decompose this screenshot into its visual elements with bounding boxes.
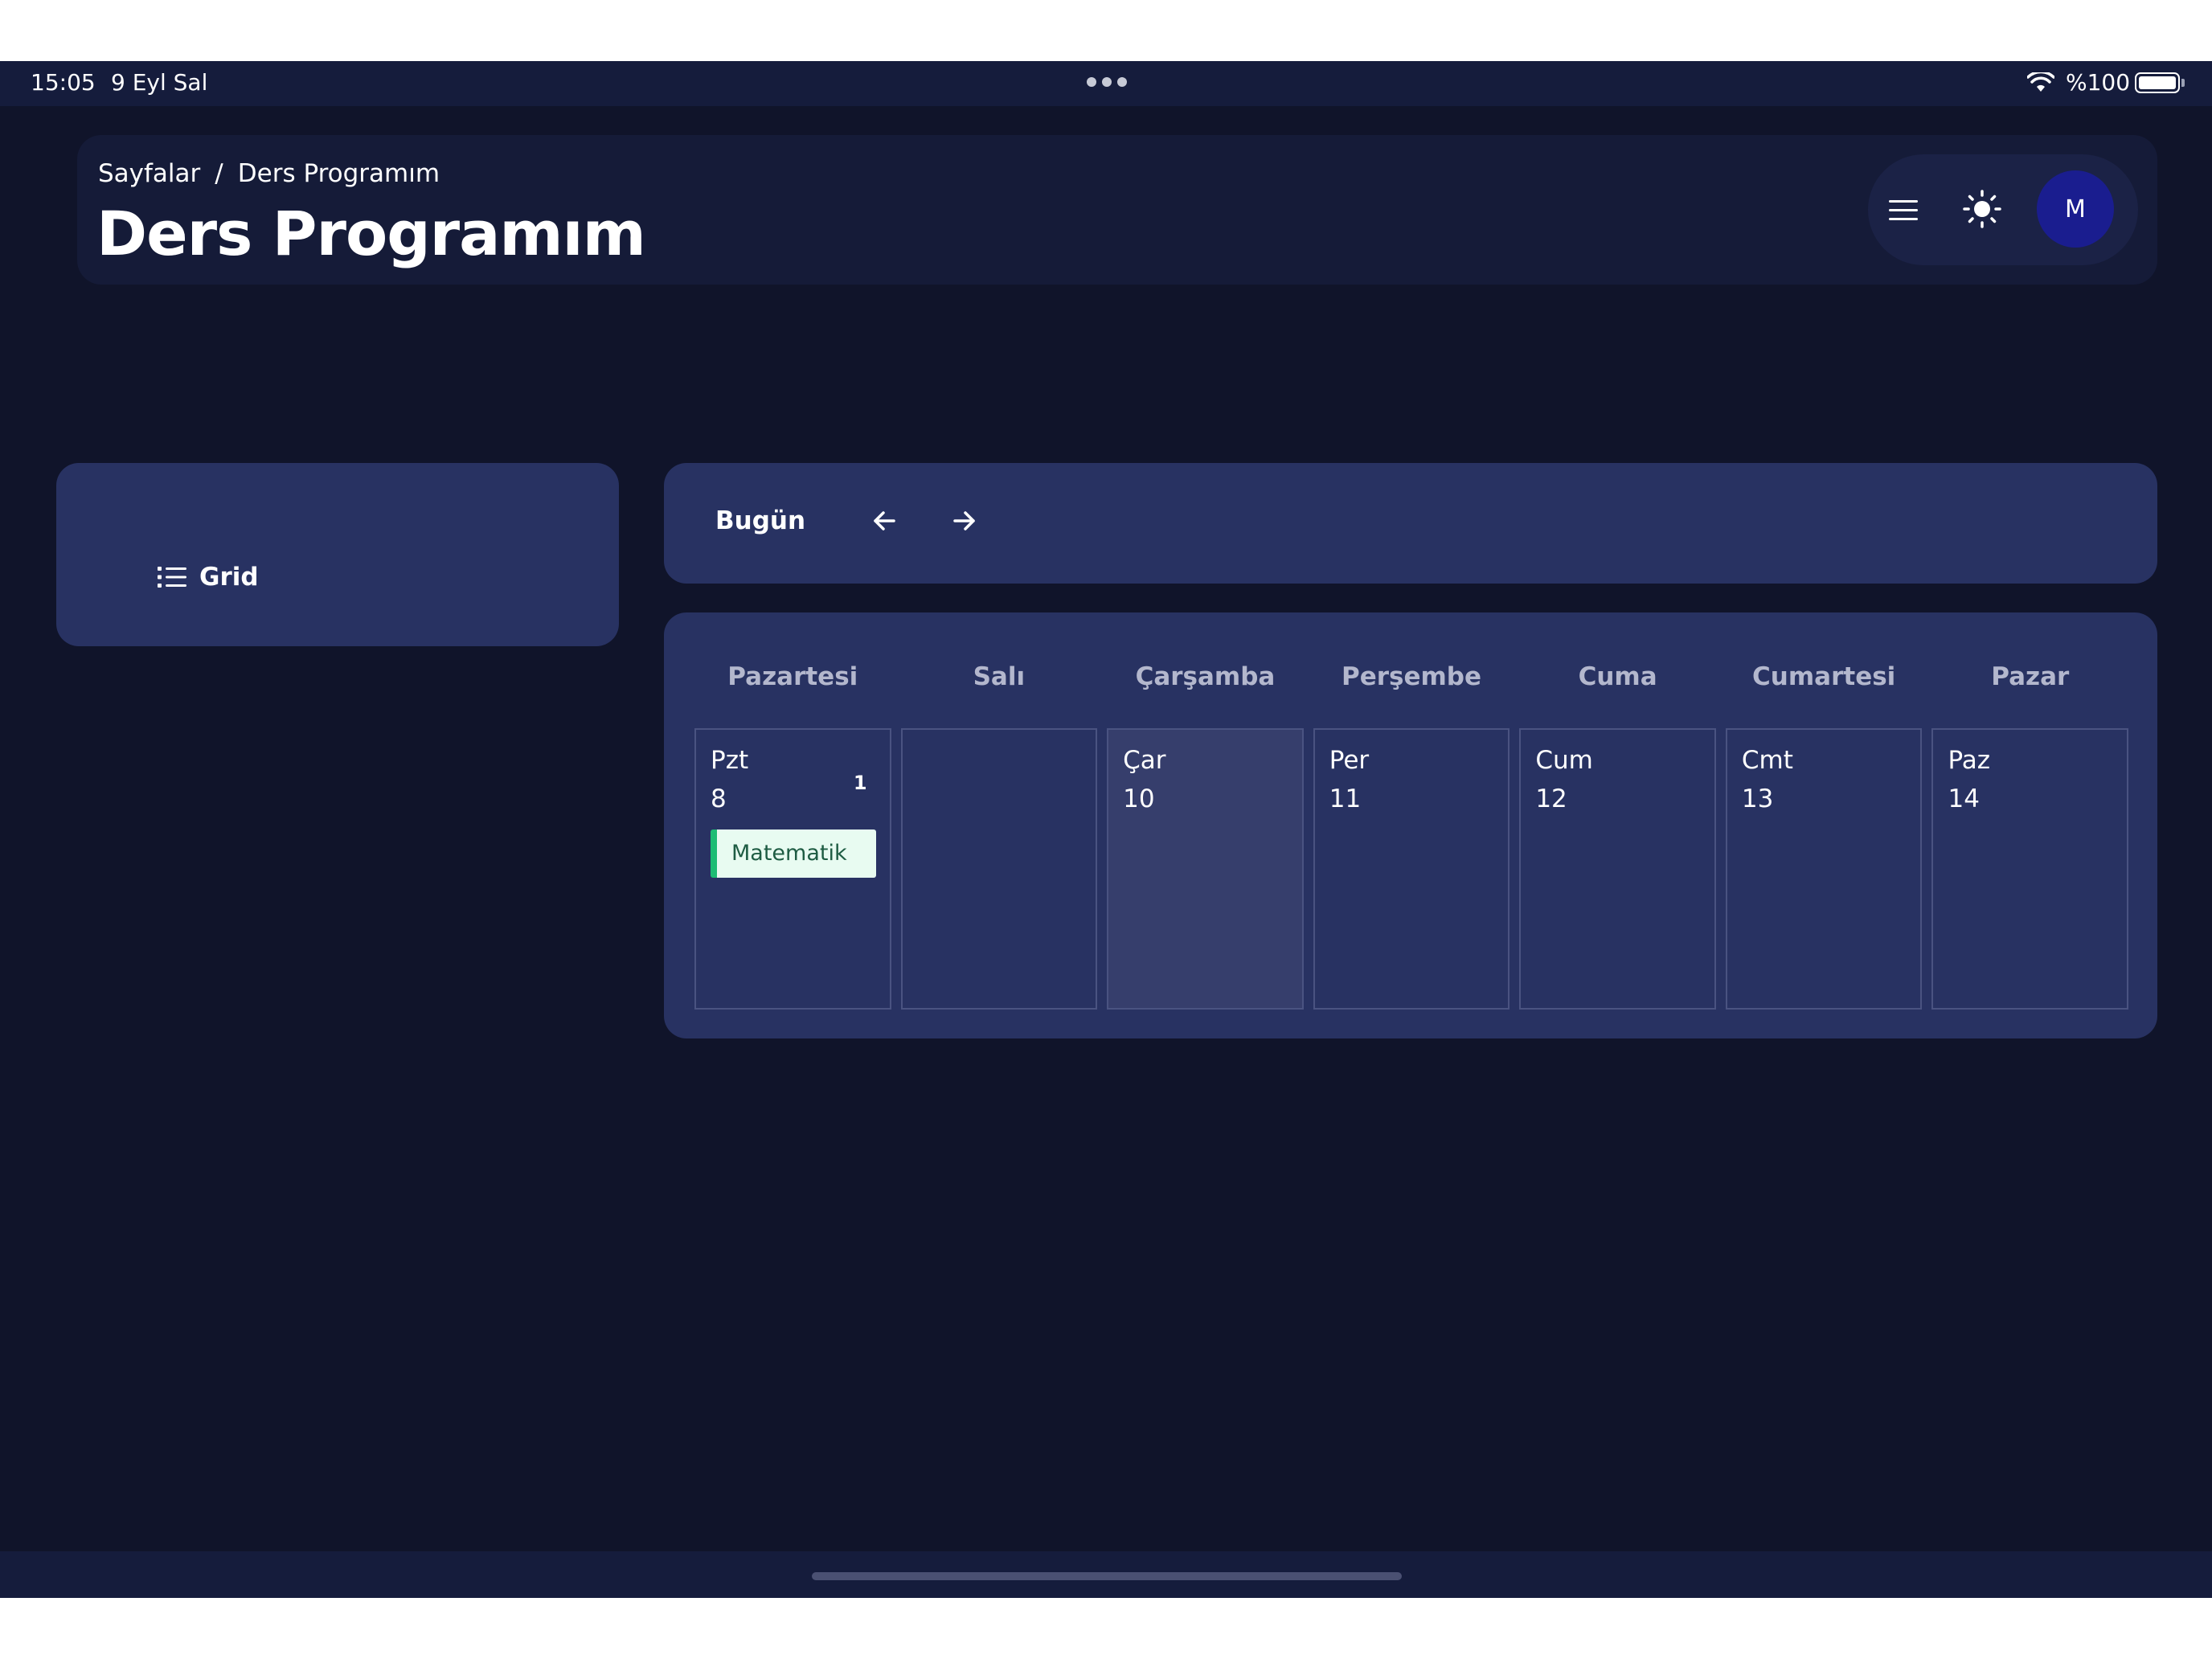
arrow-right-icon[interactable] bbox=[948, 505, 981, 537]
app-screen: 15:05 9 Eyl Sal %100 Sayfalar / Ders Pro… bbox=[0, 61, 2212, 1598]
wifi-icon bbox=[2027, 72, 2054, 92]
status-date: 9 Eyl Sal bbox=[111, 69, 208, 96]
event-matematik[interactable]: Matematik bbox=[711, 830, 876, 878]
day-cell-saturday[interactable]: Cmt 13 bbox=[1725, 728, 1923, 1010]
hamburger-menu-icon[interactable] bbox=[1889, 190, 1931, 230]
day-cell-friday[interactable]: Cum 12 bbox=[1519, 728, 1716, 1010]
weekday-header: Pazartesi bbox=[727, 662, 858, 691]
day-abbr: Paz bbox=[1948, 746, 1991, 775]
week-calendar: Pazartesi Salı Çarşamba Perşembe Cuma Cu… bbox=[664, 612, 2157, 1038]
page-header: Sayfalar / Ders Programım Ders Programım… bbox=[77, 135, 2157, 285]
day-cells-row: Pzt 8 1 Matematik Çar 10 Per 11 Cum 12 C… bbox=[694, 728, 2129, 1010]
list-icon bbox=[158, 567, 186, 588]
status-time: 15:05 bbox=[31, 69, 96, 96]
day-abbr: Per bbox=[1329, 746, 1370, 775]
today-button[interactable]: Bugün bbox=[715, 506, 805, 535]
day-number: 10 bbox=[1123, 784, 1155, 813]
breadcrumb-separator: / bbox=[215, 159, 223, 188]
day-number: 12 bbox=[1535, 784, 1567, 813]
breadcrumb: Sayfalar / Ders Programım bbox=[98, 159, 440, 188]
day-number: 13 bbox=[1741, 784, 1774, 813]
calendar-toolbar: Bugün bbox=[664, 463, 2157, 584]
day-number: 8 bbox=[711, 784, 727, 813]
arrow-left-icon[interactable] bbox=[868, 505, 900, 537]
battery-icon bbox=[2135, 72, 2180, 93]
view-selector-card: Grid bbox=[56, 463, 619, 646]
battery-tip bbox=[2181, 79, 2185, 87]
status-bar: 15:05 9 Eyl Sal %100 bbox=[0, 61, 2212, 106]
home-indicator[interactable] bbox=[812, 1572, 1402, 1580]
day-cell-tuesday[interactable] bbox=[900, 728, 1098, 1010]
sun-icon[interactable] bbox=[1961, 188, 2003, 230]
day-abbr: Cum bbox=[1535, 746, 1593, 775]
home-bar bbox=[0, 1551, 2212, 1598]
day-cell-sunday[interactable]: Paz 14 bbox=[1931, 728, 2129, 1010]
weekday-header: Pazar bbox=[1991, 662, 2070, 691]
day-number: 14 bbox=[1948, 784, 1980, 813]
breadcrumb-current: Ders Programım bbox=[237, 159, 440, 188]
multitasking-dots-icon[interactable] bbox=[1087, 77, 1127, 87]
weekday-header: Cuma bbox=[1578, 662, 1657, 691]
day-abbr: Cmt bbox=[1741, 746, 1793, 775]
battery-percent: %100 bbox=[2066, 69, 2131, 96]
day-number: 11 bbox=[1329, 784, 1362, 813]
day-abbr: Çar bbox=[1123, 746, 1166, 775]
weekday-header: Salı bbox=[973, 662, 1026, 691]
weekday-header: Çarşamba bbox=[1135, 662, 1276, 691]
page-title: Ders Programım bbox=[96, 198, 646, 269]
breadcrumb-root[interactable]: Sayfalar bbox=[98, 159, 200, 188]
header-actions: M bbox=[1868, 154, 2138, 265]
avatar[interactable]: M bbox=[2037, 170, 2114, 248]
weekday-header: Perşembe bbox=[1342, 662, 1482, 691]
day-cell-monday[interactable]: Pzt 8 1 Matematik bbox=[694, 728, 891, 1010]
day-cell-wednesday-today[interactable]: Çar 10 bbox=[1107, 728, 1304, 1010]
day-cell-thursday[interactable]: Per 11 bbox=[1313, 728, 1510, 1010]
grid-view-label: Grid bbox=[199, 563, 259, 592]
weekday-header: Cumartesi bbox=[1752, 662, 1896, 691]
event-count-badge: 1 bbox=[853, 772, 867, 794]
day-abbr: Pzt bbox=[711, 746, 749, 775]
weekday-header-row: Pazartesi Salı Çarşamba Perşembe Cuma Cu… bbox=[694, 653, 2128, 701]
grid-view-button[interactable]: Grid bbox=[158, 563, 259, 592]
